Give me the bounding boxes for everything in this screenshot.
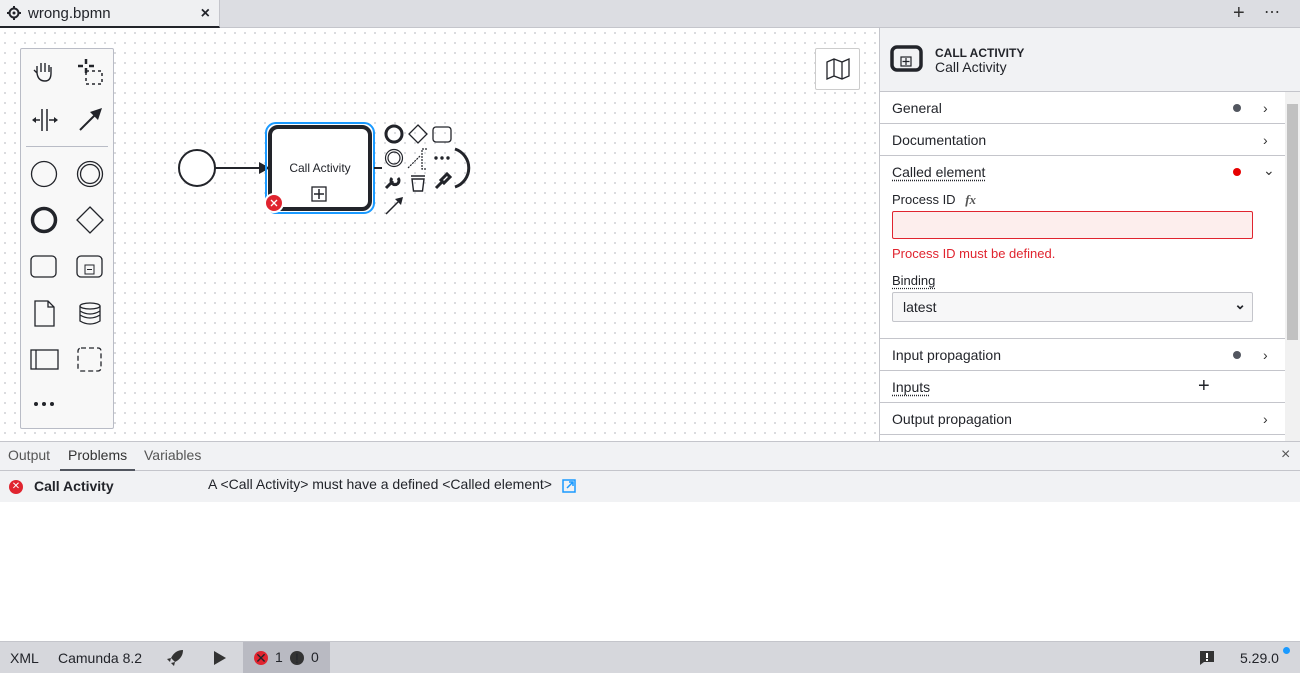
- bottom-tabs: Output Problems Variables ×: [0, 442, 1300, 471]
- group-label: Output propagation: [892, 410, 1012, 427]
- fx-icon[interactable]: fx: [965, 192, 976, 207]
- problem-element: Call Activity: [34, 478, 114, 494]
- warning-icon: !: [290, 651, 304, 665]
- diagram-canvas[interactable]: Call Activity: [0, 28, 879, 441]
- run-play-icon[interactable]: [213, 651, 227, 665]
- text-annotation-icon[interactable]: [407, 148, 427, 170]
- group-label: Input propagation: [892, 346, 1001, 363]
- wrench-icon[interactable]: [384, 177, 401, 190]
- problems-counter[interactable]: ✕ 1 ! 0: [243, 642, 330, 673]
- process-id-label: Process ID: [892, 192, 956, 207]
- binding-select[interactable]: latest ⌄: [892, 292, 1253, 322]
- tab-wrong-bpmn[interactable]: wrong.bpmn ×: [0, 0, 220, 28]
- status-bar: XML Camunda 8.2 ✕ 1 ! 0 5.29.0: [0, 641, 1300, 673]
- properties-panel: CALL ACTIVITY Call Activity General › Doc…: [879, 28, 1300, 441]
- app-version[interactable]: 5.29.0: [1240, 650, 1279, 666]
- group-label: Documentation: [892, 131, 987, 148]
- color-picker-icon[interactable]: [434, 171, 453, 190]
- close-tab-button[interactable]: ×: [201, 5, 210, 23]
- append-intermediate-event-icon[interactable]: [384, 148, 404, 168]
- error-dot-icon: [1233, 168, 1241, 176]
- group-label: General: [892, 99, 942, 116]
- element-name: Call Activity: [935, 59, 1007, 75]
- error-icon: ✕: [254, 650, 268, 666]
- chevron-right-icon: ›: [1263, 132, 1268, 148]
- update-dot-icon: [1283, 647, 1290, 654]
- group-output-propagation[interactable]: Output propagation ›: [880, 403, 1286, 435]
- group-inputs[interactable]: Inputs +: [880, 371, 1286, 403]
- append-end-event-icon[interactable]: [384, 124, 404, 144]
- chevron-right-icon: ›: [1263, 100, 1268, 116]
- xml-button[interactable]: XML: [10, 650, 39, 666]
- more-button[interactable]: ⋯: [1264, 2, 1280, 22]
- connect-arrow-icon[interactable]: [385, 197, 403, 215]
- call-activity-icon: [890, 45, 923, 72]
- tab-bar: wrong.bpmn × + ⋯: [0, 0, 1300, 28]
- binding-value: latest: [903, 299, 937, 315]
- tab-title: wrong.bpmn: [28, 4, 111, 22]
- group-called-element: Called element ⌄ Process ID fx Process I…: [880, 156, 1286, 339]
- add-input-button[interactable]: +: [1198, 375, 1210, 398]
- problem-row[interactable]: ✕ Call Activity A <Call Activity> must h…: [0, 471, 1300, 502]
- problem-message: A <Call Activity> must have a defined <C…: [208, 476, 552, 492]
- group-label: Inputs: [892, 378, 931, 395]
- error-icon: ✕: [9, 480, 23, 494]
- group-documentation[interactable]: Documentation ›: [880, 124, 1286, 156]
- start-event[interactable]: [178, 149, 216, 187]
- append-task-icon[interactable]: [432, 126, 452, 143]
- external-link-icon[interactable]: [562, 479, 576, 493]
- chevron-down-icon: ⌄: [1234, 296, 1246, 312]
- properties-scrollbar[interactable]: [1285, 92, 1300, 441]
- add-tab-button[interactable]: +: [1233, 2, 1245, 25]
- properties-header: CALL ACTIVITY Call Activity: [880, 28, 1300, 92]
- platform-version[interactable]: Camunda 8.2: [58, 650, 142, 666]
- scrollbar-thumb[interactable]: [1287, 104, 1298, 340]
- error-count: 1: [275, 649, 283, 665]
- process-id-input[interactable]: [892, 211, 1253, 239]
- tab-problems[interactable]: Problems: [60, 447, 136, 471]
- bottom-panel: Output Problems Variables × ✕ Call Activ…: [0, 441, 1300, 641]
- chevron-down-icon[interactable]: ⌄: [1263, 162, 1275, 179]
- chevron-right-icon: ›: [1263, 347, 1268, 363]
- close-panel-button[interactable]: ×: [1281, 446, 1290, 464]
- more-options-icon[interactable]: [434, 156, 450, 160]
- binding-label: Binding: [892, 273, 936, 288]
- trash-icon[interactable]: [411, 175, 425, 192]
- warning-count: 0: [311, 649, 319, 665]
- deploy-rocket-icon[interactable]: [165, 649, 185, 667]
- tab-output[interactable]: Output: [8, 447, 50, 463]
- feedback-icon[interactable]: [1199, 650, 1215, 666]
- status-dot-icon: [1233, 104, 1241, 112]
- append-gateway-icon[interactable]: [408, 124, 428, 144]
- chevron-right-icon: ›: [1263, 411, 1268, 427]
- gear-icon: [7, 6, 21, 20]
- group-input-propagation[interactable]: Input propagation ›: [880, 339, 1286, 371]
- group-general[interactable]: General ›: [880, 92, 1286, 124]
- element-type: CALL ACTIVITY: [935, 46, 1025, 60]
- status-dot-icon: [1233, 351, 1241, 359]
- task-label: Call Activity: [289, 161, 350, 175]
- tab-variables[interactable]: Variables: [144, 447, 201, 463]
- group-label[interactable]: Called element: [892, 164, 985, 180]
- bpmn-diagram: Call Activity: [178, 122, 471, 215]
- process-id-error: Process ID must be defined.: [892, 246, 1056, 261]
